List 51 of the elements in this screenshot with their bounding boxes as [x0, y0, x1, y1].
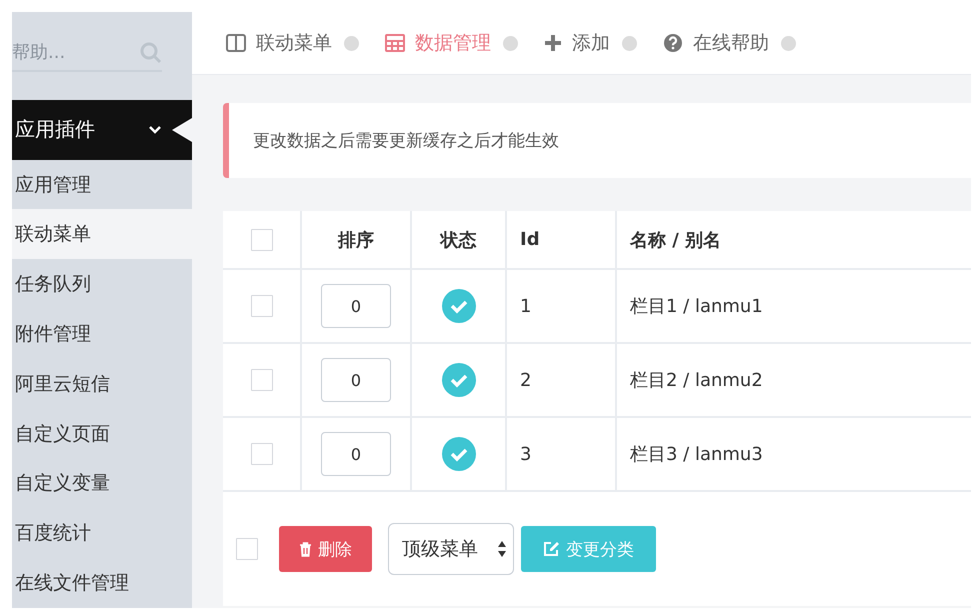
separator-dot: [781, 36, 796, 50]
check-circle-icon[interactable]: [442, 437, 476, 471]
row-checkbox[interactable]: [250, 369, 272, 391]
menu-group-label: 应用插件: [15, 116, 96, 144]
search-field[interactable]: 帮助...: [12, 42, 122, 64]
separator-dot: [503, 36, 518, 50]
trash-icon: [299, 542, 312, 556]
table-cell-text: 栏目1 / lanmu1: [630, 295, 763, 318]
order-input[interactable]: 0: [321, 284, 391, 328]
select-all-checkbox[interactable]: [250, 228, 272, 250]
sidebar-item[interactable]: 应用管理: [12, 160, 192, 210]
row-checkbox[interactable]: [250, 295, 272, 317]
sidebar-item[interactable]: 在线文件管理: [12, 558, 192, 608]
order-input[interactable]: 0: [321, 358, 391, 402]
table-cell-text: 栏目2 / lanmu2: [630, 369, 763, 392]
nav-tab[interactable]: 在线帮助: [663, 30, 769, 56]
column-header: 状态: [440, 228, 476, 252]
sidebar-item[interactable]: 自定义变量: [12, 458, 192, 508]
edit-icon: [543, 541, 560, 557]
sidebar-item[interactable]: 联动菜单: [12, 209, 192, 260]
columns-icon: [226, 34, 246, 52]
sidebar-item[interactable]: 百度统计: [12, 508, 192, 558]
sidebar-item[interactable]: 阿里云短信: [12, 358, 192, 409]
search-icon: [140, 42, 162, 64]
row-checkbox[interactable]: [250, 443, 272, 465]
separator-dot: [622, 36, 637, 50]
nav-tab[interactable]: 联动菜单: [226, 30, 332, 56]
table-cell: 3: [520, 444, 532, 464]
column-header: 排序: [338, 228, 374, 252]
check-circle-icon[interactable]: [442, 363, 476, 397]
table-icon: [385, 34, 405, 52]
table-cell-text: 栏目3 / lanmu3: [630, 443, 763, 466]
separator-dot: [344, 36, 359, 50]
info-alert: 更改数据之后需要更新缓存之后才能生效: [223, 103, 971, 178]
table-cell: 2: [520, 370, 532, 390]
help-icon: [663, 33, 683, 53]
plus-icon: [544, 34, 562, 52]
nav-tab[interactable]: 添加: [544, 30, 610, 56]
sidebar-item[interactable]: 自定义页面: [12, 408, 192, 459]
sidebar-item[interactable]: 附件管理: [12, 309, 192, 359]
select-all-checkbox[interactable]: [236, 538, 258, 560]
delete-button[interactable]: 删除: [279, 526, 372, 572]
menu-group-header[interactable]: 应用插件: [12, 100, 192, 160]
order-input[interactable]: 0: [321, 432, 391, 476]
column-header: Id: [520, 229, 540, 250]
sidebar-item[interactable]: 任务队列: [12, 259, 192, 310]
parent-select[interactable]: 顶级菜单: [388, 523, 514, 575]
table-cell: 1: [520, 296, 532, 316]
sort-arrows-icon: [497, 540, 507, 558]
column-header: 名称 / 别名: [630, 228, 722, 252]
check-circle-icon[interactable]: [442, 289, 476, 323]
